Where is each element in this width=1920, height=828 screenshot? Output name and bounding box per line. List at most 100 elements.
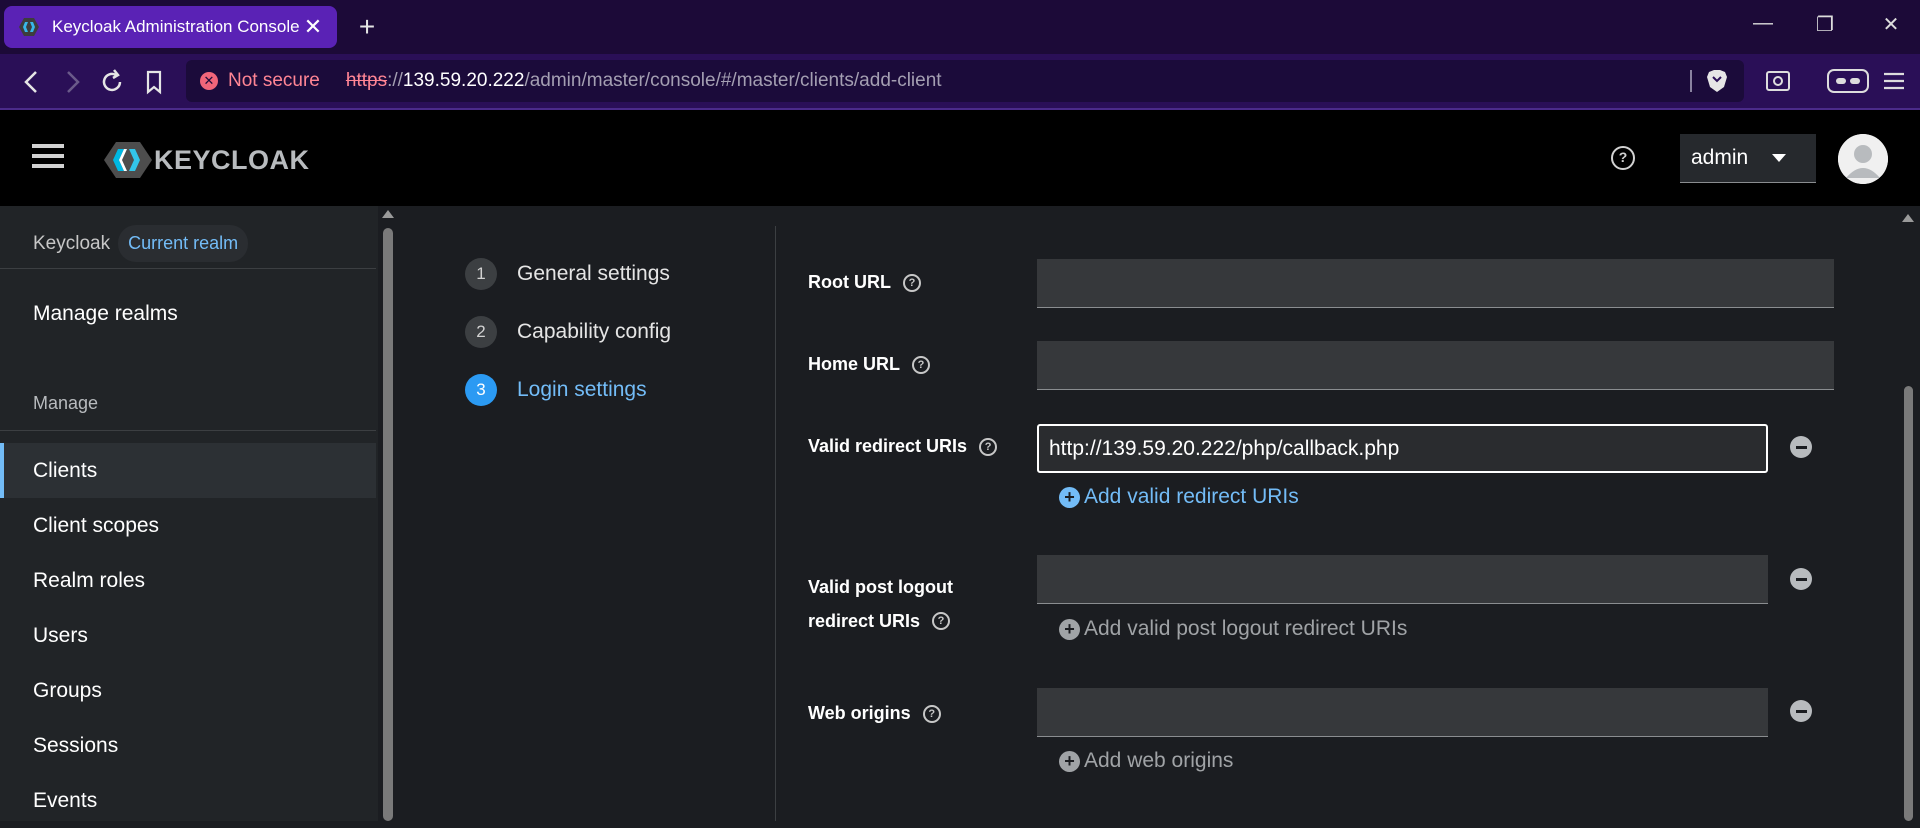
help-icon[interactable]: ?: [902, 273, 921, 292]
plus-circle-icon: +: [1059, 618, 1080, 640]
wizard-step-general-settings[interactable]: 1 General settings: [465, 258, 670, 290]
sidebar-item-clients[interactable]: Clients: [0, 443, 376, 498]
scroll-up-icon[interactable]: [1902, 214, 1914, 222]
current-realm-badge: Current realm: [118, 225, 249, 262]
sidebar-item-manage-realms[interactable]: Manage realms: [0, 286, 376, 341]
keycloak-logo-icon: [104, 142, 152, 178]
step-number: 1: [465, 258, 497, 290]
redirect-uris-label: Valid redirect URIs ?: [808, 436, 998, 457]
redirect-uris-label-text: Valid redirect URIs: [808, 436, 968, 456]
caret-down-icon: [1772, 154, 1786, 162]
sidebar-divider: [0, 268, 376, 269]
scroll-up-icon[interactable]: [382, 210, 394, 218]
add-web-origin-button[interactable]: + Add web origins: [1059, 749, 1233, 773]
main-scroll-thumb[interactable]: [1904, 386, 1913, 821]
sidebar-scroll-thumb[interactable]: [383, 228, 393, 821]
post-logout-label-line2: redirect URIs: [808, 611, 921, 631]
realm-name: Keycloak: [33, 232, 111, 254]
help-icon[interactable]: ?: [932, 612, 951, 630]
sidebar-section-manage: Manage: [33, 393, 99, 413]
add-redirect-uri-button[interactable]: + Add valid redirect URIs: [1059, 485, 1299, 509]
forward-icon[interactable]: [56, 66, 88, 98]
keycloak-logo[interactable]: KEYCLOAK: [104, 140, 310, 180]
url-scheme-separator: ://: [387, 70, 403, 91]
step-label: Capability config: [517, 320, 672, 343]
step-number: 3: [465, 374, 497, 406]
sidebar-item-groups[interactable]: Groups: [0, 663, 376, 718]
address-bar[interactable]: ✕ Not secure https://139.59.20.222/admin…: [186, 60, 1744, 102]
user-dropdown[interactable]: admin: [1680, 134, 1816, 183]
add-redirect-uri-label: Add valid redirect URIs: [1084, 485, 1299, 508]
sidebar-item-users[interactable]: Users: [0, 608, 376, 663]
sidebar-item-client-scopes[interactable]: Client scopes: [0, 498, 376, 553]
url-host: 139.59.20.222: [402, 70, 525, 91]
bookmark-icon[interactable]: [138, 66, 170, 98]
sidebar: Keycloak Current realm Manage realms Man…: [0, 206, 380, 821]
step-label: Login settings: [517, 378, 647, 401]
reader-mode-icon[interactable]: [1826, 64, 1870, 98]
root-url-label-text: Root URL: [808, 272, 891, 292]
sidebar-item-events[interactable]: Events: [0, 773, 376, 828]
browser-tabbar: Keycloak Administration Console ✕ + — ❐ …: [0, 0, 1920, 54]
window-close-icon[interactable]: ✕: [1876, 12, 1906, 37]
browser-tab[interactable]: Keycloak Administration Console ✕: [4, 6, 337, 48]
plus-circle-icon: +: [1059, 486, 1080, 508]
redirect-uri-input[interactable]: [1037, 424, 1768, 473]
menu-icon[interactable]: [1878, 64, 1910, 98]
add-web-origin-label: Add web origins: [1084, 749, 1234, 772]
reload-icon[interactable]: [96, 66, 128, 98]
minimize-icon[interactable]: —: [1748, 12, 1778, 35]
help-icon[interactable]: ?: [922, 704, 941, 723]
user-name: admin: [1691, 146, 1749, 169]
root-url-input[interactable]: [1037, 259, 1834, 308]
back-icon[interactable]: [16, 66, 48, 98]
remove-redirect-uri-icon[interactable]: [1790, 436, 1812, 458]
browser-toolbar: ✕ Not secure https://139.59.20.222/admin…: [0, 54, 1920, 110]
add-post-logout-uri-label: Add valid post logout redirect URIs: [1084, 617, 1408, 640]
home-url-label: Home URL ?: [808, 354, 931, 375]
add-post-logout-uri-button[interactable]: + Add valid post logout redirect URIs: [1059, 617, 1407, 641]
plus-circle-icon: +: [1059, 750, 1080, 772]
tab-close-icon[interactable]: ✕: [303, 14, 323, 40]
step-label: General settings: [517, 262, 670, 285]
url-divider: [1690, 70, 1692, 92]
security-label[interactable]: Not secure: [228, 70, 320, 92]
new-tab-icon[interactable]: +: [352, 10, 382, 44]
web-origin-input[interactable]: [1037, 688, 1768, 737]
sidebar-scrollbar[interactable]: [378, 206, 400, 821]
user-avatar-icon: [1838, 134, 1888, 184]
post-logout-label-row2: redirect URIs ?: [808, 604, 951, 638]
remove-post-logout-uri-icon[interactable]: [1790, 568, 1812, 590]
realm-selector[interactable]: Keycloak Current realm: [33, 225, 249, 262]
help-icon[interactable]: ?: [912, 355, 931, 374]
help-icon[interactable]: ?: [979, 437, 998, 456]
root-url-label: Root URL ?: [808, 272, 921, 293]
keycloak-favicon-icon: [19, 18, 39, 36]
web-origins-label: Web origins ?: [808, 703, 941, 724]
post-logout-uris-label: Valid post logout redirect URIs ?: [808, 570, 953, 638]
not-secure-icon: ✕: [200, 72, 218, 90]
home-url-label-text: Home URL: [808, 354, 901, 374]
app-header: KEYCLOAK ? admin: [0, 110, 1920, 206]
home-url-input[interactable]: [1037, 341, 1834, 390]
nav-toggle-icon[interactable]: [32, 144, 64, 172]
step-number: 2: [465, 316, 497, 348]
wizard-step-capability-config[interactable]: 2 Capability config: [465, 316, 671, 348]
sidebar-item-realm-roles[interactable]: Realm roles: [0, 553, 376, 608]
wallet-icon[interactable]: [1762, 64, 1794, 98]
remove-web-origin-icon[interactable]: [1790, 700, 1812, 722]
post-logout-label-line1: Valid post logout: [808, 577, 953, 597]
wizard-step-login-settings[interactable]: 3 Login settings: [465, 374, 647, 406]
logo-text: KEYCLOAK: [154, 144, 310, 175]
tab-title: Keycloak Administration Console: [52, 17, 300, 36]
main-scrollbar[interactable]: [1896, 206, 1920, 821]
avatar[interactable]: [1838, 134, 1888, 184]
help-icon[interactable]: ?: [1611, 146, 1635, 170]
url-path: /admin/master/console/#/master/clients/a…: [524, 70, 942, 91]
post-logout-uri-input[interactable]: [1037, 555, 1768, 604]
brave-shield-icon[interactable]: [1706, 69, 1728, 93]
sidebar-item-sessions[interactable]: Sessions: [0, 718, 376, 773]
restore-icon[interactable]: ❐: [1810, 12, 1840, 37]
web-origins-label-text: Web origins: [808, 703, 911, 723]
sidebar-divider: [0, 430, 376, 431]
